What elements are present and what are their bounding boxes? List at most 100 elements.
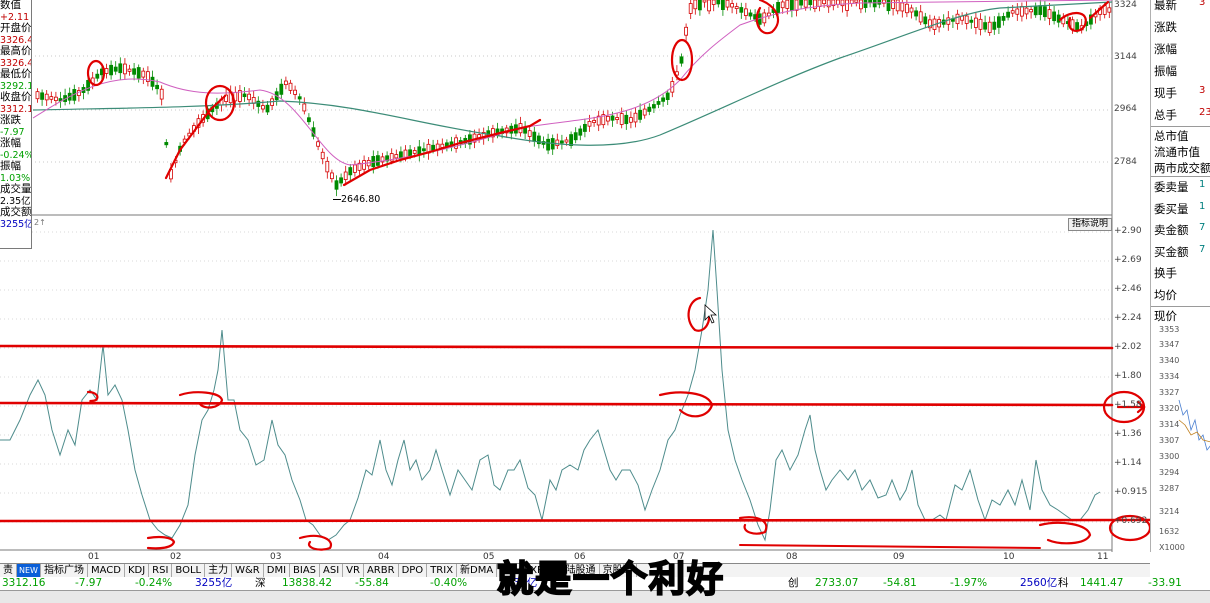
candle-body [817,0,822,7]
right-panel-label: 总市值 [1154,129,1189,143]
indicator-tab[interactable]: 主力 [205,564,233,578]
candle-body [610,115,615,121]
chart-svg[interactable] [0,0,1150,552]
candle-body [127,68,132,72]
indicator-tab[interactable]: 责 [0,564,17,578]
candle-body [895,0,900,12]
candle-body [698,0,702,11]
candle-body [141,70,146,78]
candle-body [302,103,307,112]
candle-body [54,96,58,101]
quote-value: 3312.16 [2,577,46,589]
indicator-tab[interactable]: ASI [320,564,344,578]
candle-body [159,88,164,100]
candle-body [1107,7,1112,13]
candle-body [707,0,711,12]
quote-value: 深 [255,577,266,589]
indicator-help-button[interactable]: 指标说明 [1068,218,1113,231]
candle-body [748,12,753,17]
candle-body [123,63,127,75]
indicator-tab[interactable]: TRIX [427,564,458,578]
candle-body [983,22,987,30]
month-label: 01 [88,552,100,562]
info-label: 涨跌 [0,114,21,126]
info-label: 数值 [0,0,21,11]
right-panel-label: 均价 [1154,287,1177,302]
candle-body [730,3,734,8]
mouse-cursor-icon [704,304,718,324]
indicator-tab[interactable]: DPO [399,564,428,578]
indicator-tab[interactable]: DMI [264,564,291,578]
candle-body [155,84,160,90]
indicator-tab[interactable]: KDJ [125,564,150,578]
candle-body [596,115,601,126]
month-label: 05 [483,552,495,562]
price-grid [31,55,1112,163]
indicator-tab[interactable]: RSI [149,564,173,578]
info-label: 最高价 [0,45,32,57]
candle-body [1015,8,1020,15]
candle-body [132,68,137,75]
candle-body [352,164,357,173]
indicator-tab[interactable]: W&R [232,564,264,578]
quote-value: -54.81 [883,577,917,589]
indicator-tab[interactable]: BOLL [172,564,206,578]
right-panel-value: 3 [1199,85,1206,96]
candle-body [987,21,992,33]
right-panel-separator [1151,126,1210,127]
indicator-tab[interactable]: NEW [17,564,41,578]
candle-body [868,0,872,3]
right-panel-value: 3 [1199,0,1206,8]
candle-body [642,108,647,116]
right-panel-label: 涨跌 [1154,20,1177,34]
candle-body [113,66,118,72]
quote-value: 1441.47 [1080,577,1124,589]
candle-body [886,0,891,12]
indicator-tab[interactable]: BIAS [290,564,321,578]
candle-body [684,26,688,36]
candle-body [247,93,252,101]
right-panel-label: 总手 [1154,108,1177,122]
candle-body [583,124,587,132]
candle-body [711,0,716,5]
low-price-label: 2646.80 [341,194,381,205]
candle-body [1038,5,1043,15]
price-tick-label: 2964 [1114,104,1137,114]
indicator-small-label: 2↑ [34,218,46,227]
candle-body [780,1,785,9]
quote-value: -0.40% [430,577,468,589]
candle-body [638,109,642,120]
right-panel-label: 委买量 [1154,201,1189,216]
candle-body [560,140,564,144]
right-panel-label: 最新 [1154,0,1177,12]
quote-value: -1.97% [950,577,988,589]
indicator-tab[interactable]: VR [343,564,364,578]
candle-body [1070,19,1075,30]
candle-body [974,17,978,28]
candle-body [799,0,803,6]
candle-body [546,138,550,151]
right-panel-value: 7 [1199,243,1206,255]
quote-value: 13838.42 [282,577,333,589]
right-panel-label: 卖金额 [1154,223,1189,237]
candle-body [859,0,863,10]
indicator-tab[interactable]: MACD [88,564,125,578]
candle-body [256,100,261,107]
candle-body [118,63,123,74]
candle-body [909,7,914,13]
chart-area[interactable]: 3324 3144 2964 2784 +2.90 +2.69 +2.46 +2.24 +2.… [0,0,1210,562]
left-info-panel: 数值+2.11开盘价3326.46最高价3326.46最低价3292.15收盘价… [0,0,32,249]
right-panel-label: 委卖量 [1154,180,1189,194]
right-panel-label: 涨幅 [1154,42,1177,56]
indicator-tab[interactable]: 新DMA [457,564,498,578]
indicator-tab[interactable]: 指标广场 [41,564,88,578]
indicator-tab[interactable]: ARBR [364,564,399,578]
quote-value: 2560亿 [1020,577,1058,589]
quote-value: 3255亿 [195,577,233,589]
candle-body [49,96,54,100]
right-panel-value: 7 [1199,222,1206,233]
candle-body [1056,14,1061,23]
candle-body [679,56,684,64]
candle-body [845,0,849,11]
month-label: 04 [378,552,390,562]
